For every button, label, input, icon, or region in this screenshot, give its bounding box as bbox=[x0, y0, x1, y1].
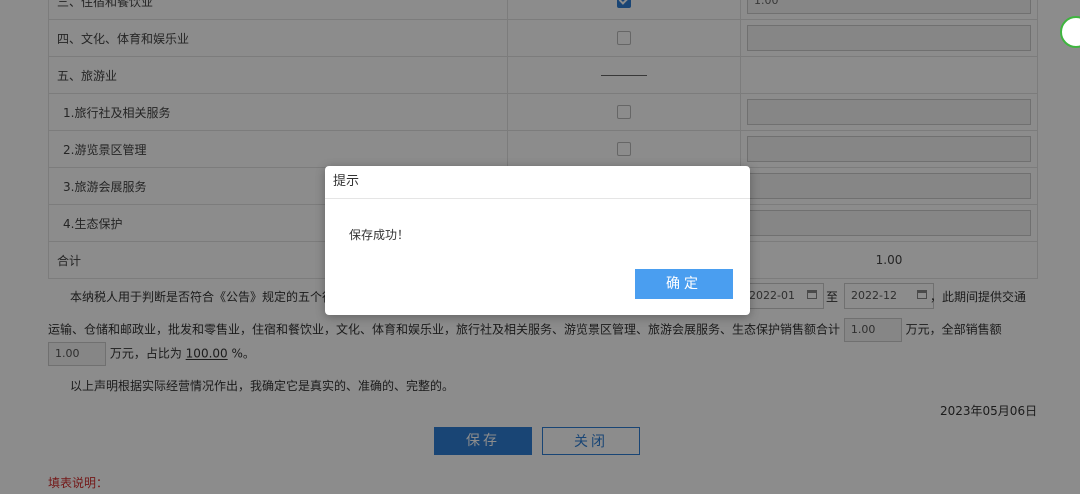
alert-dialog: 提示 保存成功！ 确定 bbox=[325, 166, 750, 315]
dialog-title: 提示 bbox=[325, 166, 750, 199]
side-float-icon[interactable] bbox=[1060, 16, 1080, 48]
confirm-button[interactable]: 确定 bbox=[635, 269, 733, 299]
dialog-message: 保存成功！ bbox=[349, 228, 410, 242]
